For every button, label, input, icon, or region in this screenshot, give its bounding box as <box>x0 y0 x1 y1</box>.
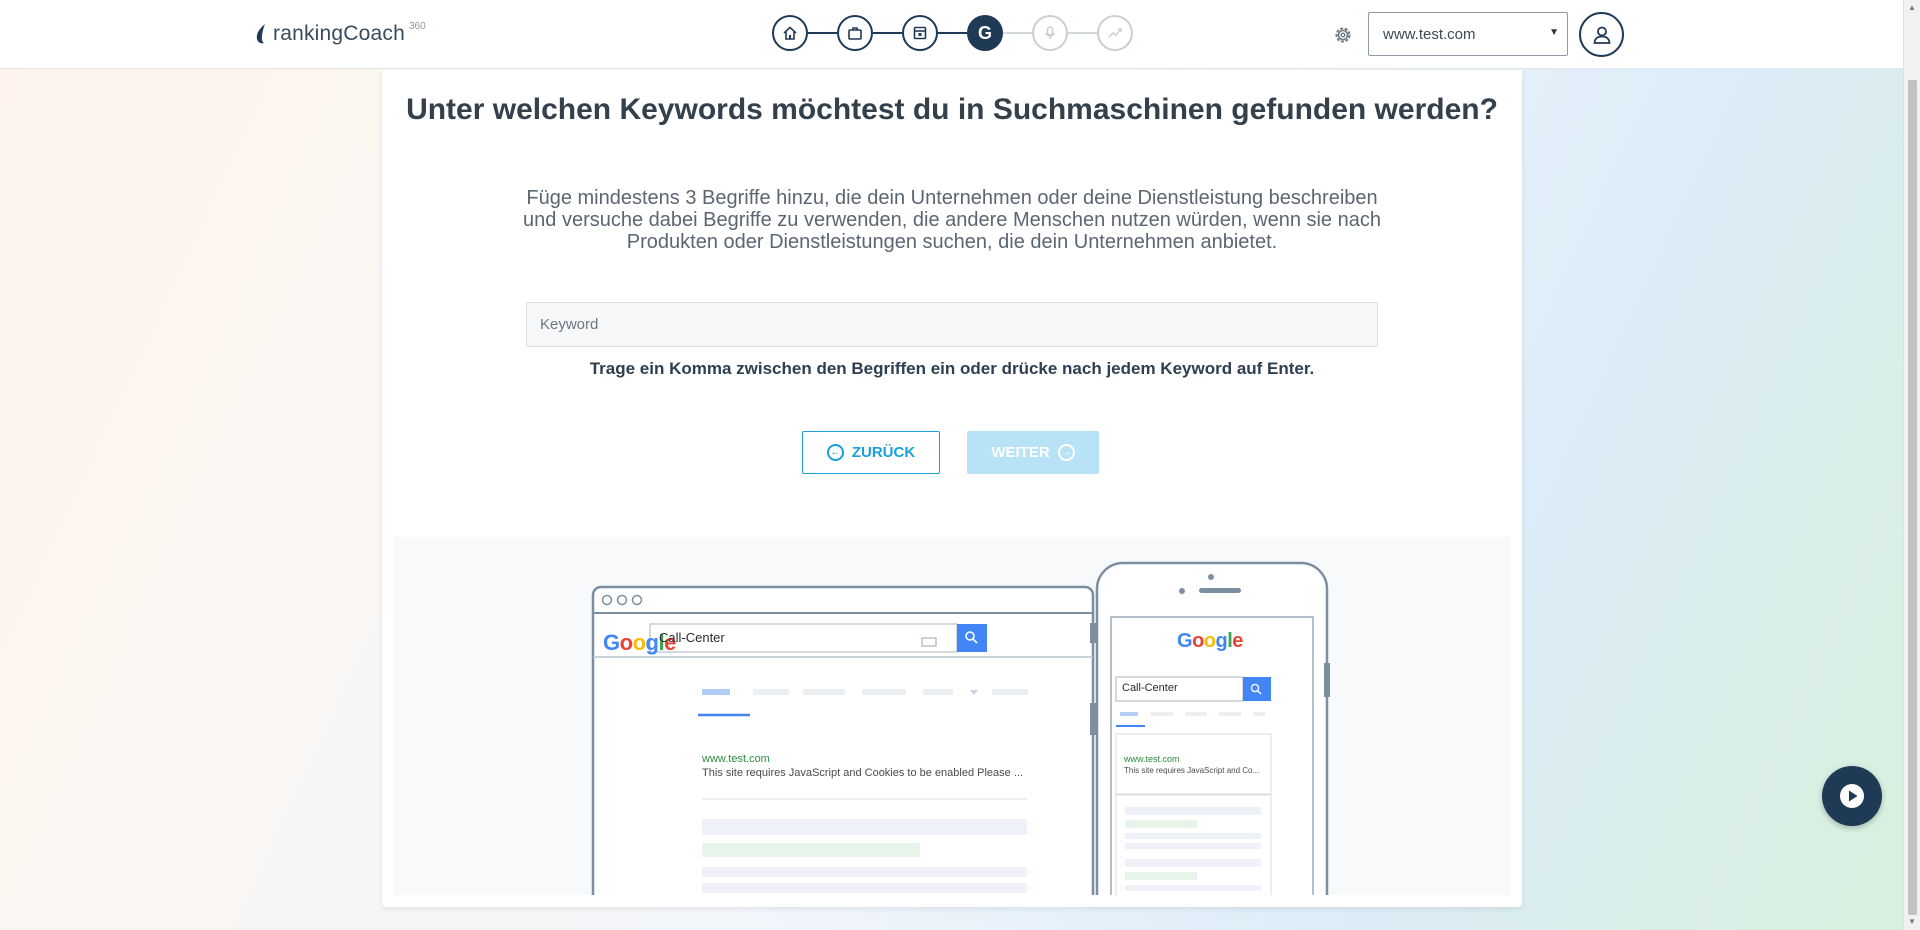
placeholder-line <box>1125 872 1197 880</box>
step-connector <box>1068 32 1097 34</box>
arrow-left-circle-icon: ← <box>826 444 844 461</box>
logo-text: rankingCoach <box>273 22 405 45</box>
desktop-tab <box>862 689 906 695</box>
placeholder-line <box>1125 833 1261 839</box>
user-icon <box>1593 26 1610 44</box>
desktop-tab <box>753 689 789 695</box>
mobile-search-query: Call-Center <box>1122 682 1178 694</box>
browser-side-tick <box>1090 703 1096 735</box>
step-business[interactable] <box>837 15 873 51</box>
step-connector <box>938 32 967 34</box>
logo-superscript: 360 <box>408 21 426 32</box>
page-scrollbar[interactable]: ▲ ▼ <box>1903 0 1920 930</box>
step-voice[interactable] <box>1032 15 1068 51</box>
back-button-label: ZURÜCK <box>851 444 916 461</box>
rankingcoach-logo[interactable]: rankingCoach 360 <box>255 19 426 49</box>
step-connector <box>808 32 837 34</box>
chevron-down-icon: ▼ <box>1549 27 1559 38</box>
video-play-button[interactable] <box>1822 766 1882 826</box>
microphone-icon <box>1044 26 1056 39</box>
mobile-google-logo: Google <box>1177 630 1243 652</box>
step-location[interactable] <box>902 15 938 51</box>
mobile-search-button <box>1243 677 1271 701</box>
briefcase-icon <box>848 27 862 40</box>
phone-camera <box>1208 574 1214 580</box>
home-icon <box>783 26 797 40</box>
progress-stepper: G <box>772 15 1133 53</box>
desktop-tab <box>992 689 1028 695</box>
mobile-result-url: www.test.com <box>1124 754 1180 764</box>
mobile-tab <box>1120 712 1138 716</box>
website-select[interactable]: www.test.com ▼ <box>1368 12 1568 56</box>
desktop-tab <box>702 689 730 695</box>
browser-side-tick <box>1090 623 1096 643</box>
desktop-search-query: Call-Center <box>659 630 725 645</box>
back-button[interactable]: ← ZURÜCK <box>802 431 940 474</box>
placeholder-line <box>1125 843 1261 849</box>
logo-drop-icon <box>256 24 265 44</box>
desktop-tab <box>923 689 953 695</box>
step-analytics[interactable] <box>1097 15 1133 51</box>
mobile-tab <box>1151 712 1173 716</box>
scrollbar-thumb[interactable] <box>1908 80 1917 915</box>
keyword-hint: Trage ein Komma zwischen den Begriffen e… <box>589 359 1315 378</box>
search-preview-graphic <box>591 561 1330 895</box>
mobile-tab <box>1185 712 1207 716</box>
placeholder-line <box>1125 807 1261 815</box>
website-select-value: www.test.com <box>1383 25 1476 43</box>
placeholder-line <box>702 867 1027 877</box>
placeholder-line <box>702 819 1027 835</box>
mobile-result-snippet: This site requires JavaScript and Co... <box>1124 766 1260 775</box>
step-connector <box>873 32 902 34</box>
mobile-result-card <box>1115 733 1272 795</box>
gear-icon[interactable] <box>1332 24 1354 46</box>
step-google[interactable]: G <box>967 15 1003 51</box>
phone-speaker <box>1199 588 1241 593</box>
scroll-up-icon[interactable]: ▲ <box>1908 3 1916 12</box>
placeholder-line <box>1125 859 1261 867</box>
mobile-tab <box>1219 712 1241 716</box>
desktop-result-url: www.test.com <box>702 753 770 765</box>
step-home[interactable] <box>772 15 808 51</box>
trend-chart-icon <box>1108 28 1122 38</box>
play-icon <box>1840 784 1864 808</box>
next-button-label: WEITER <box>991 444 1050 461</box>
desktop-result-snippet: This site requires JavaScript and Cookie… <box>702 767 1024 779</box>
page-title: Unter welchen Keywords möchtest du in Su… <box>406 93 1498 126</box>
google-g-icon: G <box>977 22 992 43</box>
desktop-tab <box>803 689 845 695</box>
top-header: rankingCoach 360 G www.test.com ▼ <box>0 0 1903 69</box>
placeholder-line <box>702 843 920 857</box>
store-icon <box>913 26 927 40</box>
desktop-search-button <box>957 624 987 652</box>
arrow-right-circle-icon: → <box>1057 444 1075 461</box>
keyword-setup-card: Unter welchen Keywords möchtest du in Su… <box>382 70 1522 907</box>
phone-sensor <box>1179 588 1185 594</box>
search-preview-illustration: Google Call-Center www.test.com This sit… <box>393 537 1511 895</box>
placeholder-line <box>1125 885 1261 891</box>
phone-side-button <box>1324 663 1330 697</box>
placeholder-line <box>1125 820 1197 828</box>
placeholder-line <box>702 883 1027 893</box>
step-connector <box>1003 32 1032 34</box>
keyword-input[interactable] <box>526 302 1378 347</box>
next-button[interactable]: WEITER → <box>967 431 1099 474</box>
user-profile-button[interactable] <box>1579 12 1624 57</box>
scroll-down-icon[interactable]: ▼ <box>1908 917 1916 926</box>
page-description: Füge mindestens 3 Begriffe hinzu, die de… <box>523 187 1381 253</box>
mobile-tab <box>1253 712 1265 716</box>
